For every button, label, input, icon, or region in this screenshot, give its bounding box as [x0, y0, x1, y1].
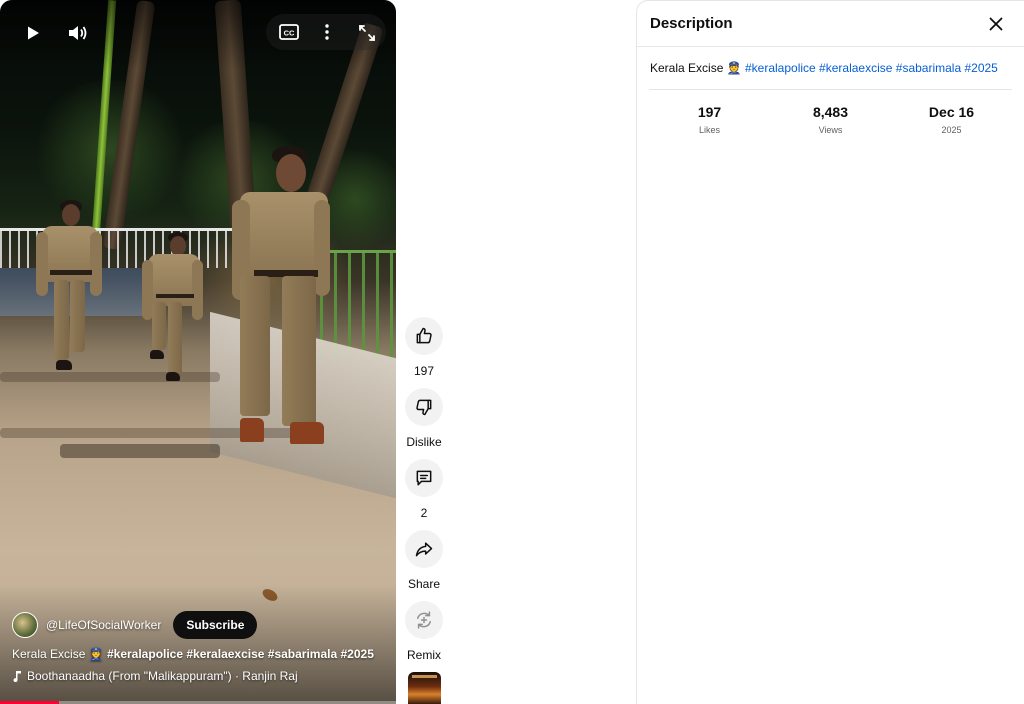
remix-label: Remix [406, 648, 441, 662]
close-icon [989, 17, 1003, 30]
comments-action: 2 [402, 459, 446, 520]
hashtag-link[interactable]: #sabarimala [896, 61, 961, 75]
share-label: Share [407, 577, 441, 591]
captions-button[interactable]: CC [276, 20, 302, 44]
stat-value: 8,483 [812, 104, 849, 120]
description-text: Kerala Excise 👮 #keralapolice #keralaexc… [637, 47, 1024, 75]
dislike-button[interactable] [405, 388, 443, 426]
play-icon [28, 26, 39, 40]
stat-likes: 197 Likes [655, 104, 765, 135]
hashtag-link[interactable]: #2025 [964, 61, 997, 75]
svg-text:CC: CC [284, 29, 295, 38]
music-text: Boothanaadha (From "Malikappuram") · Ran… [27, 669, 298, 683]
dislike-action: Dislike [402, 388, 446, 449]
hashtag-link[interactable]: #keralaexcise [819, 61, 892, 75]
video-title[interactable]: Kerala Excise 👮 #keralapolice #keralaexc… [12, 647, 374, 661]
music-note-icon [13, 671, 21, 682]
sound-thumbnail[interactable] [408, 672, 441, 704]
description-body: Kerala Excise 👮 [650, 61, 745, 75]
like-action: 197 [402, 317, 446, 378]
video-player[interactable]: CC @LifeOfSocialWorker Subscribe Kerala … [0, 0, 396, 704]
stat-views: 8,483 Views [776, 104, 886, 135]
comment-icon [416, 470, 432, 486]
bottom-gradient [0, 584, 396, 704]
more-options-button[interactable] [316, 20, 338, 44]
like-count: 197 [413, 364, 435, 378]
stat-label: 2025 [941, 125, 962, 135]
share-icon [415, 542, 433, 557]
like-button[interactable] [405, 317, 443, 355]
subscribe-button[interactable]: Subscribe [173, 611, 258, 639]
stats-row: 197 Likes 8,483 Views Dec 16 2025 [637, 90, 1024, 135]
channel-avatar[interactable] [12, 612, 38, 638]
play-button[interactable] [20, 20, 46, 46]
share-button[interactable] [405, 530, 443, 568]
remix-action: Remix [402, 601, 446, 662]
stat-value: 197 [697, 104, 722, 120]
channel-row: @LifeOfSocialWorker Subscribe [12, 611, 258, 639]
close-button[interactable] [984, 12, 1008, 36]
comment-count: 2 [420, 506, 428, 520]
dislike-label: Dislike [406, 435, 442, 449]
stat-value: Dec 16 [928, 104, 975, 120]
stat-label: Likes [698, 125, 720, 135]
closed-captions-icon: CC [279, 24, 299, 40]
video-title-text: Kerala Excise 👮 [12, 647, 107, 661]
scene-step [0, 372, 220, 382]
description-panel: Description Kerala Excise 👮 #keralapolic… [636, 0, 1024, 704]
fullscreen-icon [359, 25, 375, 41]
shorts-page: CC @LifeOfSocialWorker Subscribe Kerala … [0, 0, 1024, 704]
stat-label: Views [818, 125, 843, 135]
thumb-up-icon [416, 327, 432, 344]
hashtag-link[interactable]: #keralapolice [745, 61, 816, 75]
thumb-down-icon [416, 399, 432, 416]
volume-icon [69, 26, 87, 40]
description-header: Description [637, 1, 1024, 47]
video-title-hashtags[interactable]: #keralapolice #keralaexcise #sabarimala … [107, 647, 374, 661]
share-action: Share [402, 530, 446, 591]
music-row[interactable]: Boothanaadha (From "Malikappuram") · Ran… [12, 669, 298, 683]
comments-button[interactable] [405, 459, 443, 497]
more-vert-icon [325, 24, 329, 40]
remix-button[interactable] [405, 601, 443, 639]
channel-handle[interactable]: @LifeOfSocialWorker [46, 618, 161, 632]
stat-date: Dec 16 2025 [897, 104, 1007, 135]
fullscreen-button[interactable] [354, 20, 380, 46]
description-title: Description [650, 15, 733, 32]
volume-button[interactable] [64, 20, 92, 46]
remix-icon [417, 611, 431, 629]
scene-shadow [60, 444, 220, 458]
